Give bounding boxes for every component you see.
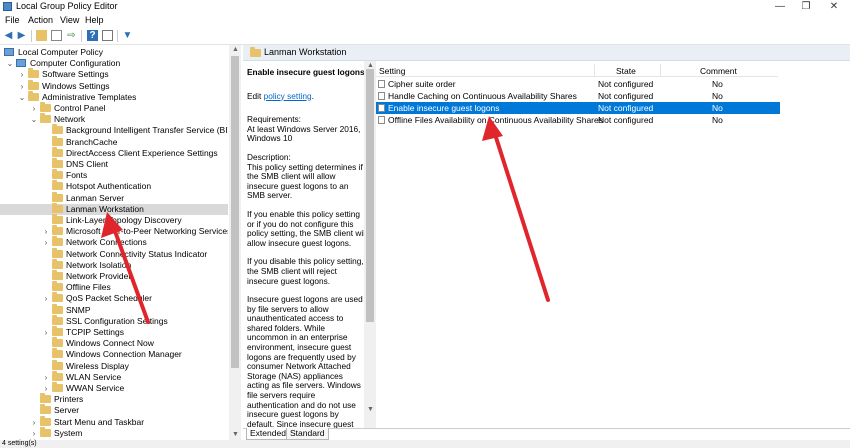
- annotation-arrow-setting: [482, 116, 550, 302]
- annotation-overlay: [101, 116, 550, 324]
- annotation-arrow-tree: [101, 212, 150, 324]
